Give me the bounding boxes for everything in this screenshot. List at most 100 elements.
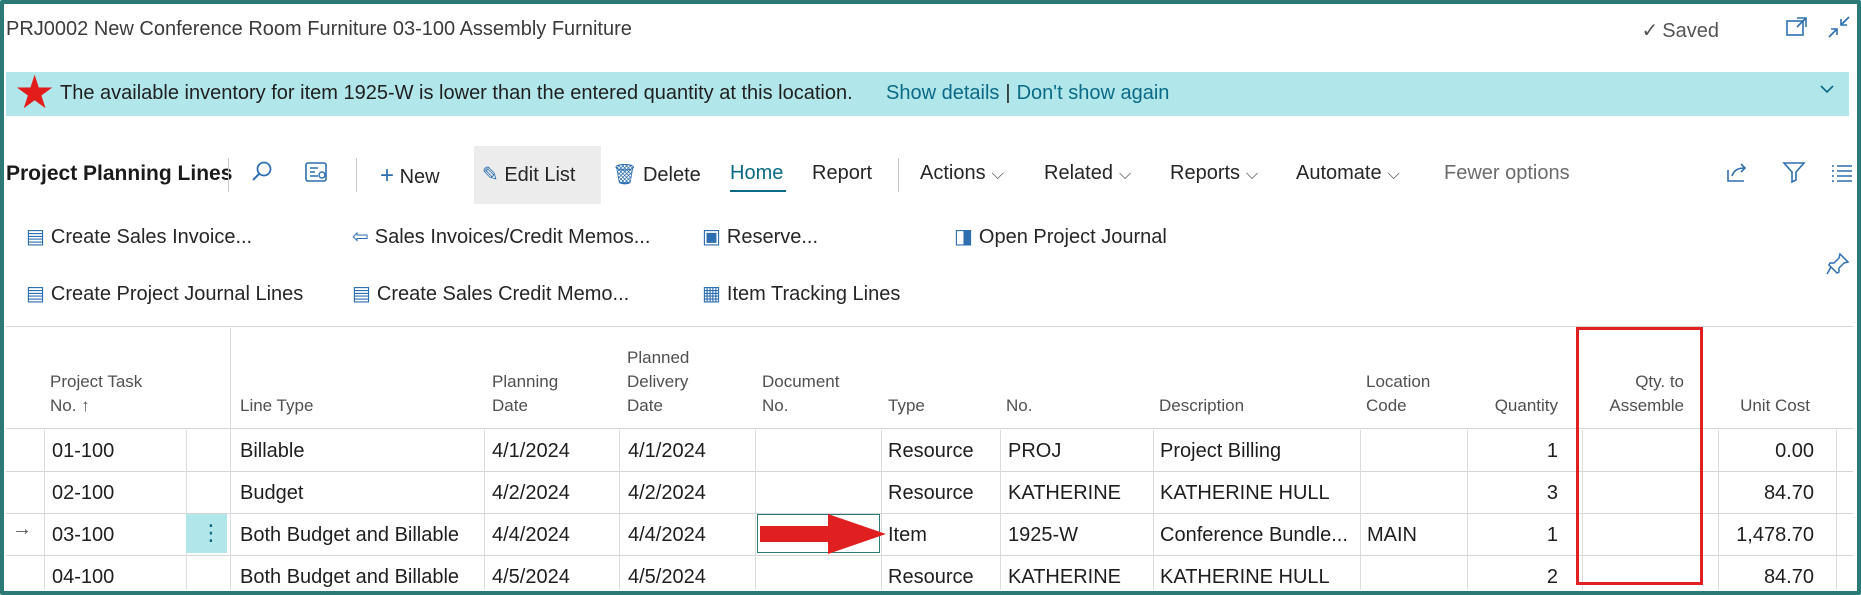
- cell-unit-cost[interactable]: 84.70: [1720, 482, 1814, 505]
- tracking-icon: ▦: [702, 283, 721, 305]
- header-unit-cost[interactable]: Unit Cost: [1720, 394, 1810, 418]
- open-new-window-icon[interactable]: [1785, 16, 1809, 44]
- star-icon: ★: [14, 66, 56, 118]
- cell-no[interactable]: KATHERINE: [1008, 566, 1121, 589]
- header-planning-date[interactable]: Planning Date: [492, 370, 558, 418]
- cell-delivery-date[interactable]: 4/5/2024: [628, 566, 706, 589]
- cell-quantity[interactable]: 1: [1470, 524, 1558, 547]
- automate-menu[interactable]: Automate ⌵: [1296, 162, 1400, 185]
- share-icon[interactable]: [1724, 160, 1750, 190]
- invoice-icon: ▤: [26, 226, 45, 248]
- chevron-down-icon: ⌵: [991, 166, 1004, 183]
- list-page-title: Project Planning Lines: [6, 162, 233, 185]
- column-divider: [1467, 430, 1468, 590]
- cell-planning-date[interactable]: 4/5/2024: [492, 566, 570, 589]
- cell-planning-date[interactable]: 4/4/2024: [492, 524, 570, 547]
- cell-type[interactable]: Resource: [888, 566, 974, 589]
- row-menu-button[interactable]: ⋮: [200, 520, 222, 546]
- header-line: No. ↑: [50, 396, 90, 415]
- cell-unit-cost[interactable]: 1,478.70: [1720, 524, 1814, 547]
- cell-line-type[interactable]: Budget: [240, 482, 303, 505]
- cell-line-type[interactable]: Both Budget and Billable: [240, 566, 459, 589]
- notification-bar: ★ The available inventory for item 1925-…: [6, 66, 1849, 118]
- reserve-action[interactable]: ▣ Reserve...: [702, 224, 818, 249]
- fewer-options-button[interactable]: Fewer options: [1444, 162, 1570, 185]
- cell-no[interactable]: 1925-W: [1008, 524, 1078, 547]
- cell-unit-cost[interactable]: 0.00: [1720, 440, 1814, 463]
- create-sales-credit-memo-action[interactable]: ▤ Create Sales Credit Memo...: [352, 281, 629, 306]
- column-divider: [619, 430, 620, 590]
- cell-type[interactable]: Resource: [888, 440, 974, 463]
- item-tracking-lines-action[interactable]: ▦ Item Tracking Lines: [702, 281, 900, 306]
- header-project-task-no[interactable]: Project Task No. ↑: [50, 370, 142, 418]
- saved-label: Saved: [1662, 20, 1719, 42]
- column-divider: [484, 430, 485, 590]
- show-details-link[interactable]: Show details: [886, 82, 999, 104]
- list-view-icon[interactable]: [1830, 160, 1854, 190]
- header-location-code[interactable]: Location Code: [1366, 370, 1430, 418]
- header-quantity[interactable]: Quantity: [1470, 394, 1558, 418]
- create-sales-invoice-action[interactable]: ▤ Create Sales Invoice...: [26, 224, 252, 249]
- cell-line-type[interactable]: Billable: [240, 440, 304, 463]
- cell-description[interactable]: KATHERINE HULL: [1160, 482, 1330, 505]
- open-project-journal-action[interactable]: ◨ Open Project Journal: [954, 224, 1167, 249]
- home-tab-underline: [730, 190, 786, 192]
- cell-task[interactable]: 03-100: [52, 524, 114, 547]
- cell-description[interactable]: Conference Bundle...: [1160, 524, 1348, 547]
- cell-task[interactable]: 04-100: [52, 566, 114, 589]
- column-divider: [230, 328, 231, 590]
- column-divider: [186, 430, 187, 590]
- filter-icon[interactable]: [1782, 160, 1806, 190]
- cell-task[interactable]: 01-100: [52, 440, 114, 463]
- page-title: PRJ0002 New Conference Room Furniture 03…: [6, 18, 632, 40]
- cell-delivery-date[interactable]: 4/2/2024: [628, 482, 706, 505]
- delete-button[interactable]: 🗑 Delete: [612, 162, 701, 187]
- qty-to-assemble-highlight-box: [1576, 327, 1703, 585]
- tab-home[interactable]: Home: [730, 162, 783, 185]
- search-icon[interactable]: [250, 160, 274, 190]
- cell-quantity[interactable]: 3: [1470, 482, 1558, 505]
- cell-type[interactable]: Item: [888, 524, 927, 547]
- cell-quantity[interactable]: 2: [1470, 566, 1558, 589]
- sales-invoices-credit-memos-action[interactable]: ⇦ Sales Invoices/Credit Memos...: [352, 224, 650, 249]
- cell-location[interactable]: MAIN: [1367, 524, 1417, 547]
- create-project-journal-lines-action[interactable]: ▤ Create Project Journal Lines: [26, 281, 303, 306]
- collapse-icon[interactable]: [1827, 16, 1851, 44]
- pin-icon[interactable]: [1826, 252, 1850, 282]
- header-no[interactable]: No.: [1006, 394, 1032, 418]
- cell-description[interactable]: KATHERINE HULL: [1160, 566, 1330, 589]
- cell-quantity[interactable]: 1: [1470, 440, 1558, 463]
- actions-menu[interactable]: Actions ⌵: [920, 162, 1004, 185]
- new-button[interactable]: + New: [380, 162, 440, 190]
- cell-no[interactable]: PROJ: [1008, 440, 1061, 463]
- edit-list-button[interactable]: ✎ Edit List: [482, 162, 575, 187]
- cell-unit-cost[interactable]: 84.70: [1720, 566, 1814, 589]
- related-menu[interactable]: Related ⌵: [1044, 162, 1131, 185]
- new-label: New: [399, 166, 440, 188]
- open-in-excel-icon[interactable]: [304, 160, 328, 190]
- header-planned-delivery-date[interactable]: Planned Delivery Date: [627, 346, 689, 418]
- cell-line-type[interactable]: Both Budget and Billable: [240, 524, 459, 547]
- cell-planning-date[interactable]: 4/1/2024: [492, 440, 570, 463]
- cell-no[interactable]: KATHERINE: [1008, 482, 1121, 505]
- header-type[interactable]: Type: [888, 394, 925, 418]
- tab-report[interactable]: Report: [812, 162, 872, 185]
- cell-type[interactable]: Resource: [888, 482, 974, 505]
- dont-show-again-link[interactable]: Don't show again: [1017, 82, 1170, 104]
- cell-delivery-date[interactable]: 4/4/2024: [628, 524, 706, 547]
- journal-icon: ◨: [954, 226, 973, 248]
- open-project-journal-label: Open Project Journal: [978, 226, 1167, 248]
- cell-task[interactable]: 02-100: [52, 482, 114, 505]
- cell-description[interactable]: Project Billing: [1160, 440, 1281, 463]
- header-description[interactable]: Description: [1159, 394, 1244, 418]
- header-document-no[interactable]: Document No.: [762, 370, 839, 418]
- reports-menu[interactable]: Reports ⌵: [1170, 162, 1258, 185]
- header-line-type[interactable]: Line Type: [240, 394, 313, 418]
- header-line: Location: [1366, 372, 1431, 391]
- chevron-down-icon[interactable]: [1819, 80, 1835, 103]
- cell-planning-date[interactable]: 4/2/2024: [492, 482, 570, 505]
- check-icon: ✓: [1641, 20, 1659, 42]
- header-line: Date: [627, 396, 663, 415]
- divider: [898, 158, 899, 192]
- cell-delivery-date[interactable]: 4/1/2024: [628, 440, 706, 463]
